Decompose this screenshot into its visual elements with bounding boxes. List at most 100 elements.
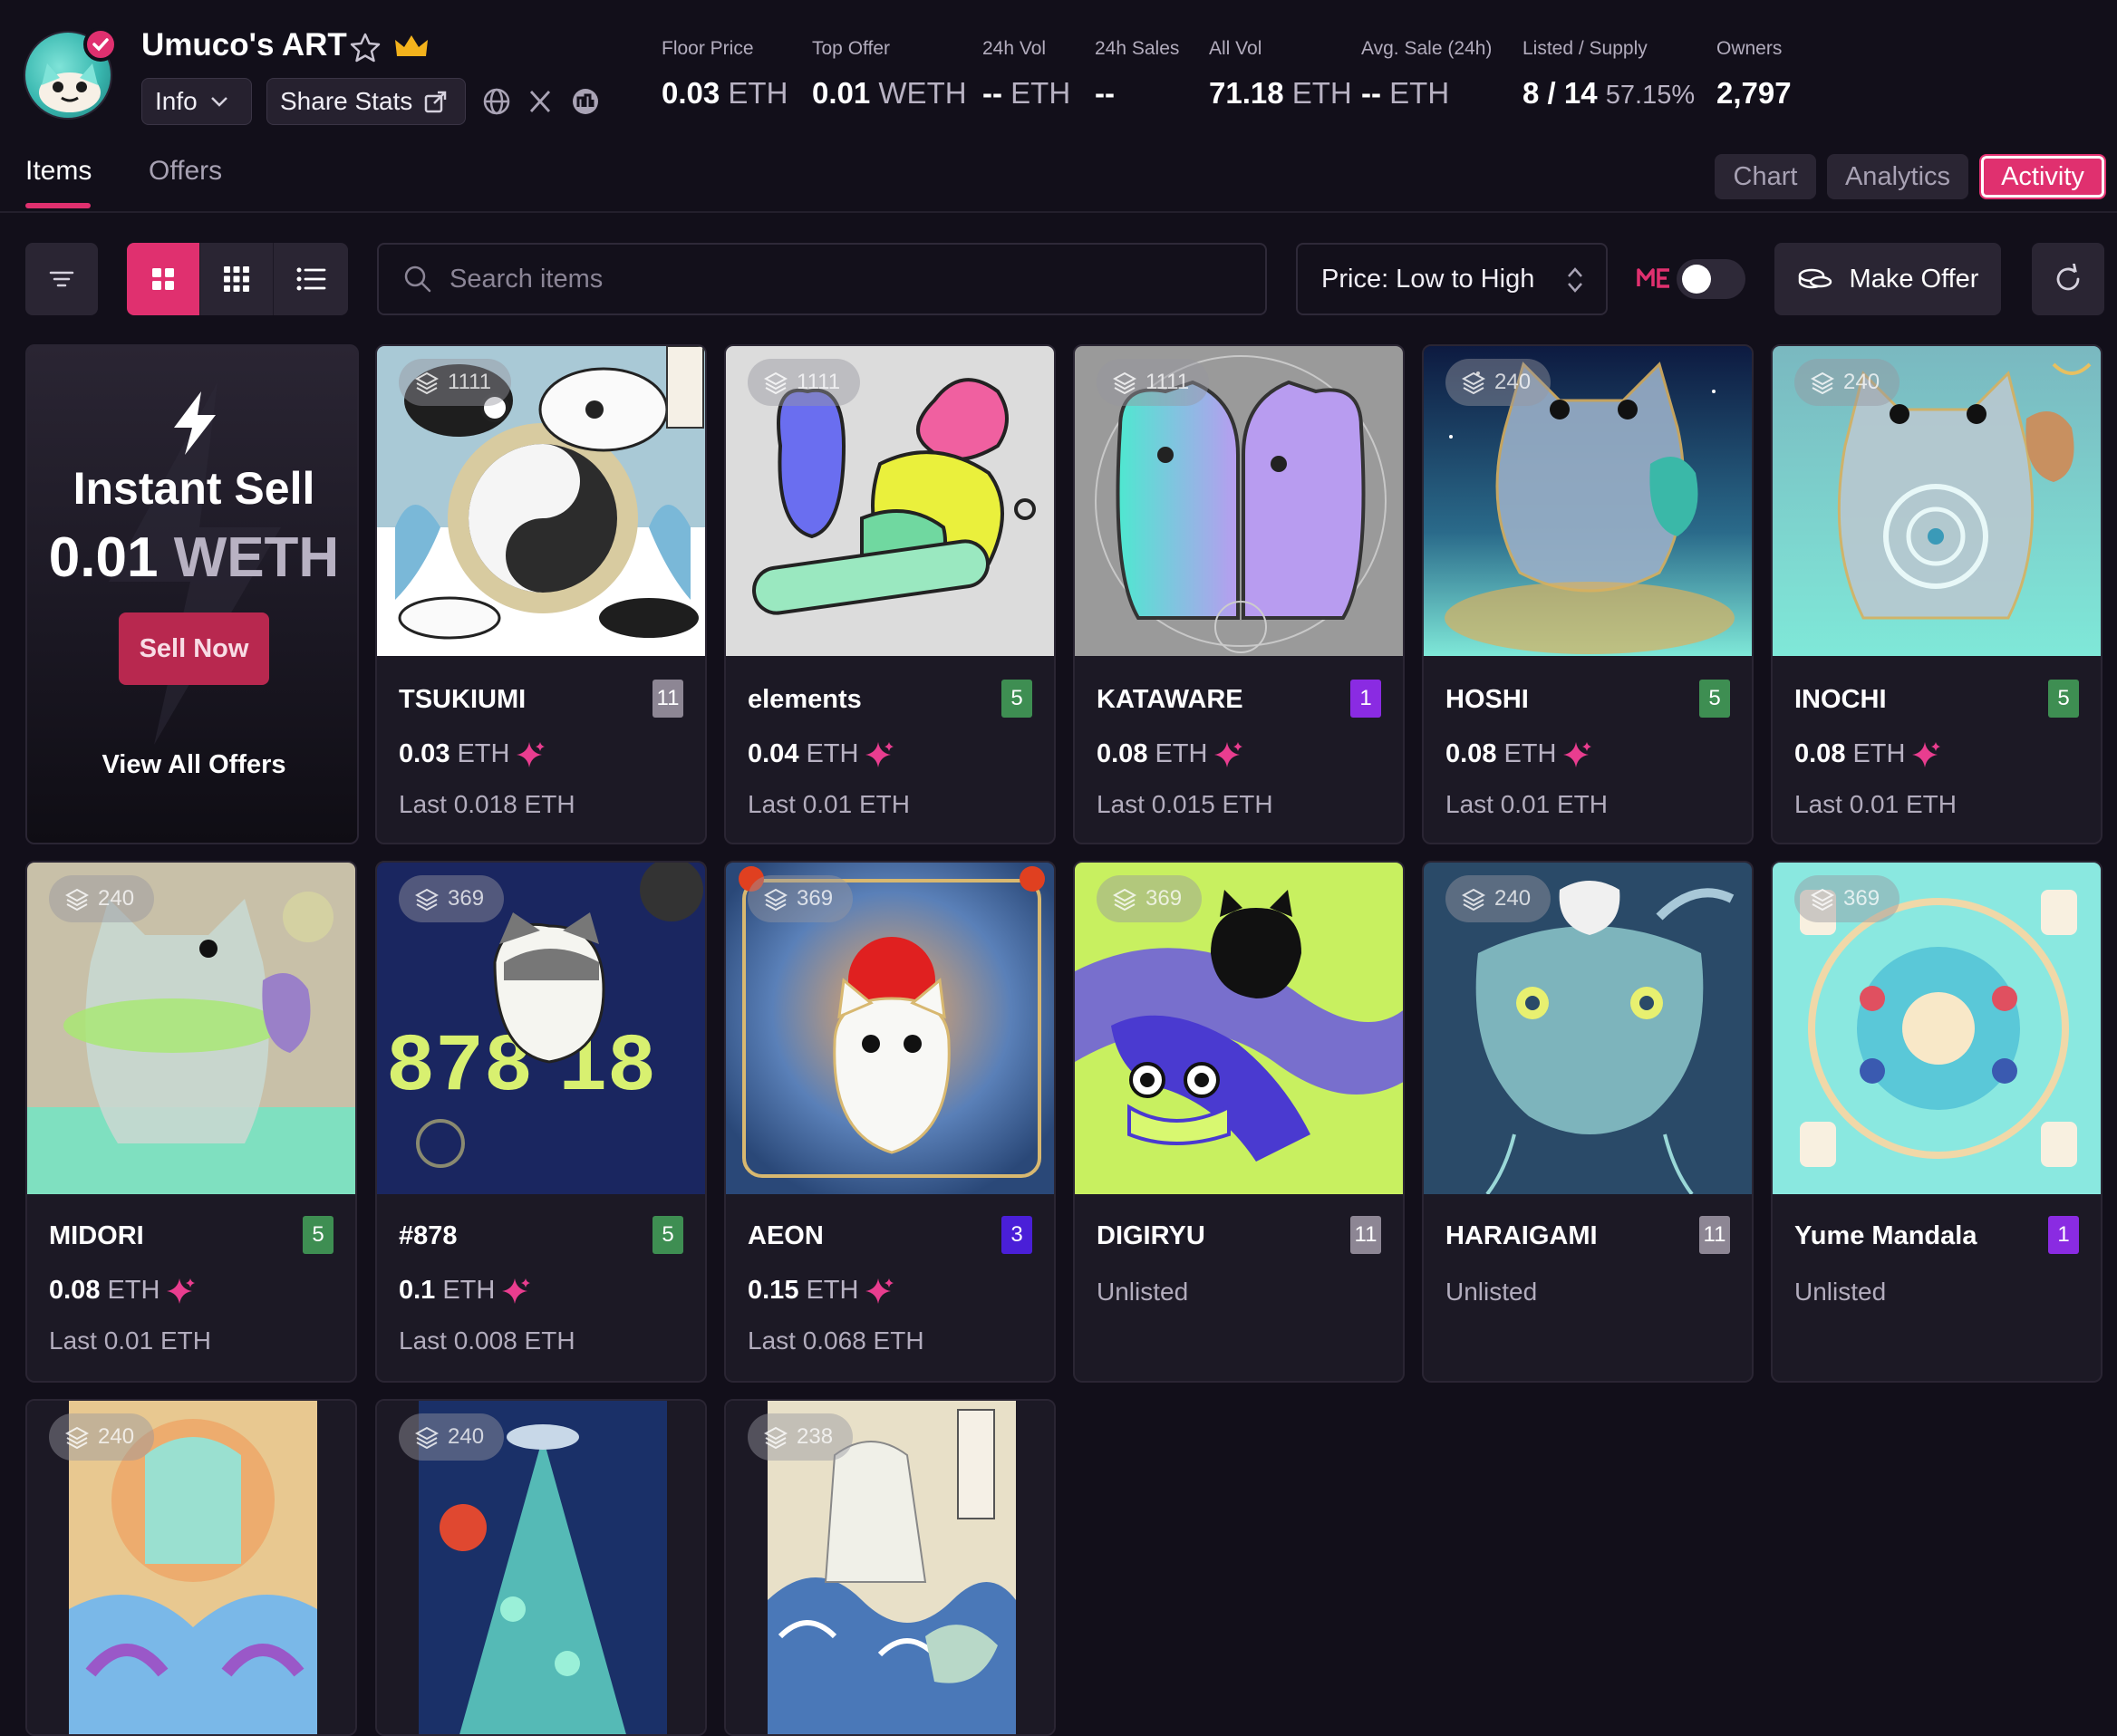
stat-value: 2,797 xyxy=(1716,76,1792,110)
stat-label: Floor Price xyxy=(662,38,754,59)
chart-button[interactable]: Chart xyxy=(1715,154,1816,199)
item-price: 0.08 ETH xyxy=(49,1276,196,1306)
share-stats-label: Share Stats xyxy=(280,87,413,115)
price-unit: ETH xyxy=(806,1276,859,1305)
item-card-partial[interactable]: 240 xyxy=(375,1399,707,1736)
verified-badge-icon xyxy=(83,27,118,62)
edition-count: 1111 xyxy=(448,370,492,394)
small-grid-view-button[interactable] xyxy=(200,243,274,315)
quantity-badge: 5 xyxy=(1699,680,1730,718)
collection-header: Umuco's ART Info Share Stats Floor Price… xyxy=(0,0,2117,145)
stat-label: Top Offer xyxy=(812,38,890,59)
item-card-aeon[interactable]: 369 AEON 3 0.15 ETH Last 0.068 ETH xyxy=(724,861,1056,1383)
stat-label: All Vol xyxy=(1209,38,1262,59)
refresh-button[interactable] xyxy=(2032,243,2104,315)
item-name: AEON xyxy=(748,1221,824,1250)
large-grid-view-button[interactable] xyxy=(127,243,200,315)
edition-count: 240 xyxy=(1843,370,1880,394)
stat-value: 8 / 14 xyxy=(1522,76,1598,110)
tab-offers[interactable]: Offers xyxy=(149,156,222,187)
stat-floor-price: Floor Price 0.03 ETH xyxy=(662,38,788,111)
item-image: 240 xyxy=(377,1401,705,1734)
item-card-yume-mandala[interactable]: 369 Yume Mandala 1 Unlisted xyxy=(1771,861,2102,1383)
coins-icon xyxy=(1798,268,1832,289)
edition-count-badge: 240 xyxy=(399,1413,505,1461)
last-sale: Last 0.015 ETH xyxy=(1097,790,1273,818)
item-image: 1111 xyxy=(1075,346,1403,656)
stat-unit: ETH xyxy=(1389,76,1450,110)
quantity-badge: 5 xyxy=(303,1216,334,1254)
quantity-badge: 11 xyxy=(652,680,683,718)
layers-icon xyxy=(1462,371,1485,394)
item-card-midori[interactable]: 240 MIDORI 5 0.08 ETH Last 0.01 ETH xyxy=(25,861,357,1383)
instant-sell-price: 0.01 WETH xyxy=(27,526,357,590)
list-view-button[interactable] xyxy=(274,243,347,315)
item-price: 0.04 ETH xyxy=(748,739,894,769)
marketplace-logo-icon[interactable] xyxy=(569,85,602,118)
layers-icon xyxy=(764,1426,788,1449)
price-value: 0.08 xyxy=(1445,739,1497,768)
stat-value: 0.03 xyxy=(662,76,720,110)
activity-button[interactable]: Activity xyxy=(1979,154,2106,199)
sort-label: Price: Low to High xyxy=(1321,264,1535,294)
active-tab-indicator xyxy=(25,203,91,208)
marketplace-toggle[interactable] xyxy=(1677,259,1745,299)
make-offer-button[interactable]: Make Offer xyxy=(1774,243,2001,315)
large-grid-icon xyxy=(152,268,174,290)
edition-count-badge: 240 xyxy=(1445,875,1552,922)
price-value: 0.1 xyxy=(399,1276,436,1305)
sparkle-icon xyxy=(517,741,546,767)
stat-label: Owners xyxy=(1716,38,1783,59)
info-dropdown[interactable]: Info xyxy=(141,78,252,125)
item-card-haraigami[interactable]: 240 HARAIGAMI 11 Unlisted xyxy=(1422,861,1754,1383)
edition-count: 369 xyxy=(1843,886,1880,911)
stat-value: -- xyxy=(1361,76,1381,110)
sort-select[interactable]: Price: Low to High xyxy=(1296,243,1608,315)
item-card-elements[interactable]: 1111 elements 5 0.04 ETH Last 0.01 ETH xyxy=(724,344,1056,844)
item-card-kataware[interactable]: 1111 KATAWARE 1 0.08 ETH Last 0.015 ETH xyxy=(1073,344,1405,844)
analytics-button[interactable]: Analytics xyxy=(1827,154,1968,199)
item-card-hoshi[interactable]: 240 HOSHI 5 0.08 ETH Last 0.01 ETH xyxy=(1422,344,1754,844)
edition-count-badge: 240 xyxy=(49,875,155,922)
share-stats-button[interactable]: Share Stats xyxy=(266,78,466,125)
last-sale: Last 0.068 ETH xyxy=(748,1326,924,1355)
chevron-down-icon xyxy=(210,97,227,107)
item-card-inochi[interactable]: 240 INOCHI 5 0.08 ETH Last 0.01 ETH xyxy=(1771,344,2102,844)
website-globe-icon[interactable] xyxy=(480,85,513,118)
search-box xyxy=(377,243,1267,315)
layers-icon xyxy=(65,888,89,911)
stat-unit: WETH xyxy=(878,76,967,110)
sparkle-icon xyxy=(1214,741,1243,767)
sparkle-icon xyxy=(167,1278,196,1304)
last-sale: Last 0.01 ETH xyxy=(748,790,910,818)
price-value: 0.04 xyxy=(748,739,799,768)
tab-items[interactable]: Items xyxy=(25,156,92,187)
view-all-offers-link[interactable]: View All Offers xyxy=(27,750,357,780)
item-price: 0.15 ETH xyxy=(748,1276,894,1306)
layers-icon xyxy=(415,371,439,394)
item-card-partial[interactable]: 238 xyxy=(724,1399,1056,1736)
price-unit: ETH xyxy=(107,1276,160,1305)
filter-button[interactable] xyxy=(25,243,98,315)
favorite-star-icon[interactable] xyxy=(348,31,382,65)
search-input[interactable] xyxy=(450,264,1247,294)
list-icon xyxy=(296,267,325,291)
instant-sell-unit: WETH xyxy=(173,526,340,589)
item-card-tsukiumi[interactable]: 1111 TSUKIUMI 11 0.03 ETH Last 0.018 ETH xyxy=(375,344,707,844)
price-unit: ETH xyxy=(806,739,859,768)
item-card-digiryu[interactable]: 369 DIGIRYU 11 Unlisted xyxy=(1073,861,1405,1383)
sell-now-button[interactable]: Sell Now xyxy=(119,612,269,685)
quantity-badge: 11 xyxy=(1699,1216,1730,1254)
x-twitter-icon[interactable] xyxy=(524,85,556,118)
sparkle-icon xyxy=(865,1278,894,1304)
layers-icon xyxy=(415,1426,439,1449)
item-image: 240 xyxy=(1424,346,1752,656)
item-image: 1111 xyxy=(726,346,1054,656)
layers-icon xyxy=(65,1426,89,1449)
item-card-878[interactable]: 878 18 369 #878 5 0.1 ETH Last 0.008 ETH xyxy=(375,861,707,1383)
last-sale: Last 0.018 ETH xyxy=(399,790,575,818)
item-card-partial[interactable]: 240 xyxy=(25,1399,357,1736)
instant-sell-value: 0.01 xyxy=(48,526,159,589)
item-image: 369 xyxy=(726,863,1054,1194)
edition-count: 369 xyxy=(1146,886,1183,911)
